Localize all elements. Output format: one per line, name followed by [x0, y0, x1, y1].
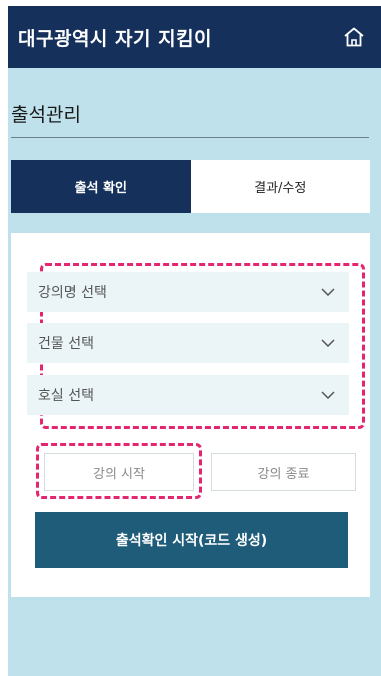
lecture-select-label: 강의명 선택 — [38, 285, 107, 301]
lecture-select[interactable]: 강의명 선택 — [27, 272, 349, 312]
building-select[interactable]: 건물 선택 — [27, 323, 349, 363]
app-header: 대구광역시 자기 지킴이 — [8, 6, 381, 68]
chevron-down-icon — [321, 339, 335, 347]
home-icon — [344, 27, 364, 47]
room-select-label: 호실 선택 — [38, 388, 94, 404]
tab-attendance-check[interactable]: 출석 확인 — [11, 160, 191, 213]
tab-results-edit[interactable]: 결과/수정 — [190, 160, 370, 213]
lecture-start-button[interactable]: 강의 시작 — [44, 453, 194, 491]
title-divider — [11, 137, 369, 138]
page-title: 출석관리 — [11, 104, 81, 126]
chevron-down-icon — [321, 391, 335, 399]
lecture-end-button[interactable]: 강의 종료 — [211, 453, 356, 491]
building-select-label: 건물 선택 — [38, 336, 94, 352]
start-attendance-button[interactable]: 출석확인 시작(코드 생성) — [35, 512, 348, 568]
tab-bar: 출석 확인 결과/수정 — [11, 160, 370, 213]
app-title: 대구광역시 자기 지킴이 — [18, 27, 213, 50]
home-button[interactable] — [341, 24, 367, 50]
chevron-down-icon — [321, 288, 335, 296]
room-select[interactable]: 호실 선택 — [27, 375, 349, 415]
